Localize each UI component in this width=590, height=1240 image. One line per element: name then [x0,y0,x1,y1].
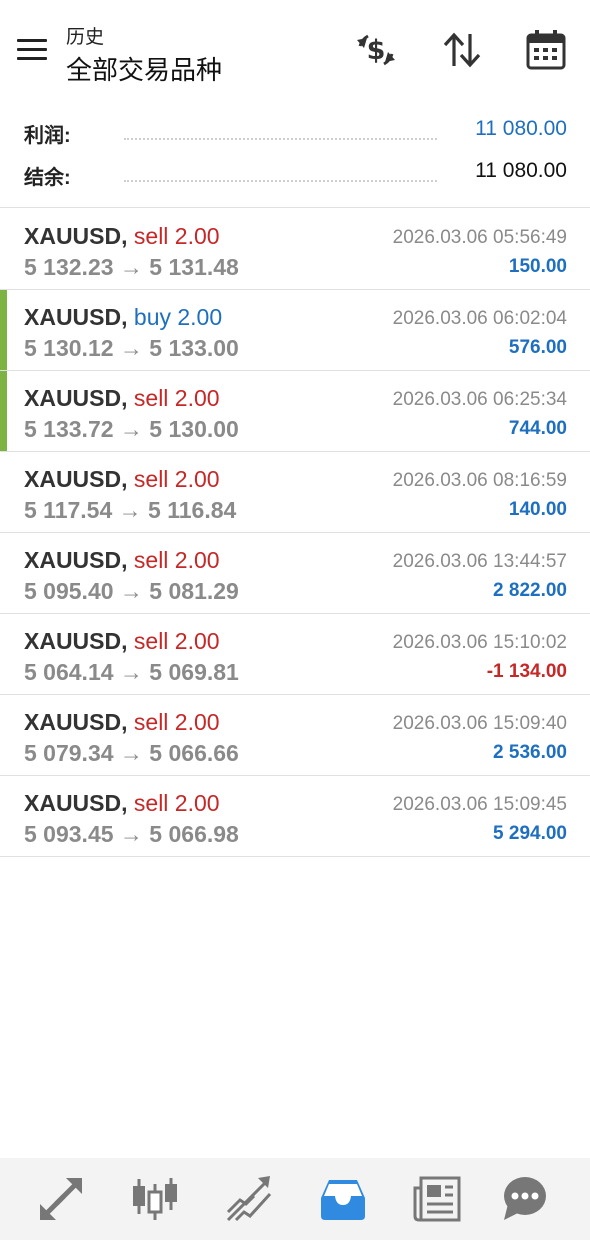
deal-symbol: XAUUSD, [24,709,128,735]
deal-profit: 150.00 [508,256,567,277]
bottom-navigation [0,1158,590,1240]
deal-profit: 5 294.00 [493,823,567,844]
deal-profit: 2 822.00 [493,580,567,601]
deal-row[interactable]: XAUUSD, sell 2.00 5 079.34 → 5 066.66 20… [0,695,590,776]
news-icon[interactable] [412,1174,462,1224]
deal-time: 2026.03.06 15:10:02 [392,632,567,653]
deal-side: buy 2.00 [133,304,223,330]
deal-time: 2026.03.06 05:56:49 [392,227,567,248]
sort-icon[interactable] [440,28,484,72]
deal-profit: 576.00 [508,337,567,358]
top-app-bar: 历史 全部交易品种 $ [0,0,590,100]
balance-label: 结余: [24,167,71,189]
profit-summary-row: 利润: 11 080.00 [24,111,567,151]
deal-time: 2026.03.06 06:25:34 [392,389,567,410]
deal-side: sell 2.00 [133,628,220,654]
deal-prices: 5 133.72 → 5 130.00 [24,416,239,442]
deal-time: 2026.03.06 15:09:40 [392,713,567,734]
deal-row[interactable]: XAUUSD, sell 2.00 5 117.54 → 5 116.84 20… [0,452,590,533]
deal-profit: -1 134.00 [486,661,567,682]
deal-side: sell 2.00 [133,790,220,816]
deal-symbol: XAUUSD, [24,304,128,330]
deal-profit: 2 536.00 [493,742,567,763]
deals-list: XAUUSD, sell 2.00 5 132.23 → 5 131.48 20… [0,209,590,857]
deal-side: sell 2.00 [133,547,220,573]
page-subtitle: 历史 [66,27,105,48]
deal-row[interactable]: XAUUSD, sell 2.00 5 132.23 → 5 131.48 20… [0,209,590,290]
deal-prices: 5 132.23 → 5 131.48 [24,254,239,280]
history-inbox-icon[interactable] [318,1174,368,1224]
profit-value: 11 080.00 [475,117,567,140]
deal-profit: 744.00 [508,418,567,439]
trade-icon[interactable] [224,1174,274,1224]
deal-prices: 5 117.54 → 5 116.84 [24,497,237,523]
deal-prices: 5 079.34 → 5 066.66 [24,740,239,766]
deal-symbol: XAUUSD, [24,628,128,654]
deal-row[interactable]: XAUUSD, sell 2.00 5 064.14 → 5 069.81 20… [0,614,590,695]
dotted-leader [124,138,437,140]
svg-text:$: $ [367,35,386,66]
balance-value: 11 080.00 [475,159,567,182]
deal-side: sell 2.00 [133,709,220,735]
dotted-leader [124,180,437,182]
calendar-icon[interactable] [524,28,568,72]
page-title[interactable]: 全部交易品种 [66,50,222,87]
balance-summary-row: 结余: 11 080.00 [24,153,567,193]
menu-icon[interactable] [14,34,50,66]
deal-symbol: XAUUSD, [24,223,128,249]
deal-row[interactable]: XAUUSD, buy 2.00 5 130.12 → 5 133.00 202… [0,290,590,371]
deal-symbol: XAUUSD, [24,547,128,573]
deal-side: sell 2.00 [133,385,220,411]
chat-icon[interactable] [500,1174,550,1224]
deal-row[interactable]: XAUUSD, sell 2.00 5 093.45 → 5 066.98 20… [0,776,590,857]
quotes-icon[interactable] [36,1174,86,1224]
deal-symbol: XAUUSD, [24,466,128,492]
deal-time: 2026.03.06 15:09:45 [392,794,567,815]
deal-time: 2026.03.06 08:16:59 [392,470,567,491]
deal-side: sell 2.00 [133,223,220,249]
deal-prices: 5 130.12 → 5 133.00 [24,335,239,361]
deal-time: 2026.03.06 06:02:04 [392,308,567,329]
deal-row[interactable]: XAUUSD, sell 2.00 5 095.40 → 5 081.29 20… [0,533,590,614]
currency-exchange-icon[interactable]: $ [354,28,398,72]
deal-symbol: XAUUSD, [24,385,128,411]
deal-row[interactable]: XAUUSD, sell 2.00 5 133.72 → 5 130.00 20… [0,371,590,452]
deal-symbol: XAUUSD, [24,790,128,816]
deal-prices: 5 093.45 → 5 066.98 [24,821,239,847]
summary-panel: 利润: 11 080.00 结余: 11 080.00 [0,105,590,207]
deal-side: sell 2.00 [133,466,220,492]
deal-time: 2026.03.06 13:44:57 [392,551,567,572]
divider [0,207,590,208]
deal-prices: 5 064.14 → 5 069.81 [24,659,239,685]
profit-label: 利润: [24,125,71,147]
chart-candles-icon[interactable] [130,1174,180,1224]
deal-profit: 140.00 [508,499,567,520]
deal-prices: 5 095.40 → 5 081.29 [24,578,239,604]
